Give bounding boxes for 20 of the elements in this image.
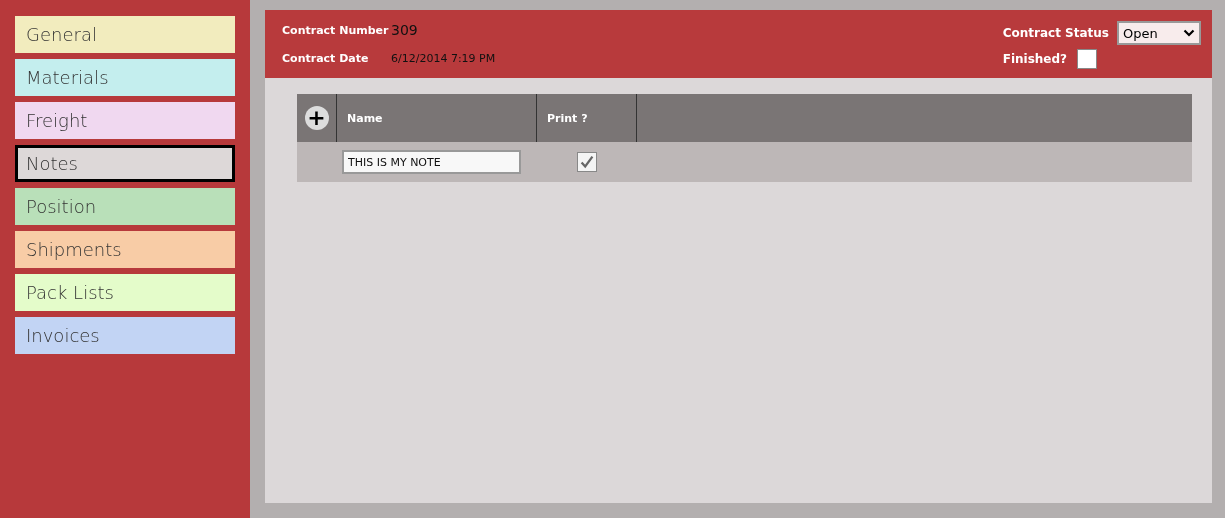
contract-number: 309 [391,22,418,38]
nav-tab[interactable]: Materials [15,59,235,96]
contract-date: 6/12/2014 7:19 PM [391,51,496,65]
contract-status-label: Contract Status [1002,26,1109,40]
nav-tab[interactable]: Shipments [15,231,235,268]
finished-checkbox[interactable] [1077,49,1098,69]
contract-date-label: Contract Date [282,51,370,65]
status-dropdown[interactable]: Open [1117,21,1201,45]
print-checkbox[interactable] [577,152,597,172]
nav-tab[interactable]: Notes [15,145,235,182]
chevron-down-icon [1183,29,1195,37]
nav-tab[interactable]: Pack Lists [15,274,235,311]
finished-label: Finished? [1002,52,1068,66]
name-field[interactable]: THIS IS MY NOTE [342,150,521,174]
add-button[interactable]: + [304,106,329,130]
nav-tab[interactable]: Position [15,188,235,225]
nav-tab[interactable]: Freight [15,102,235,139]
nav-tab[interactable]: Invoices [15,317,235,354]
nav-tab[interactable]: General [15,16,235,53]
contract-number-label: Contract Number [282,23,390,37]
